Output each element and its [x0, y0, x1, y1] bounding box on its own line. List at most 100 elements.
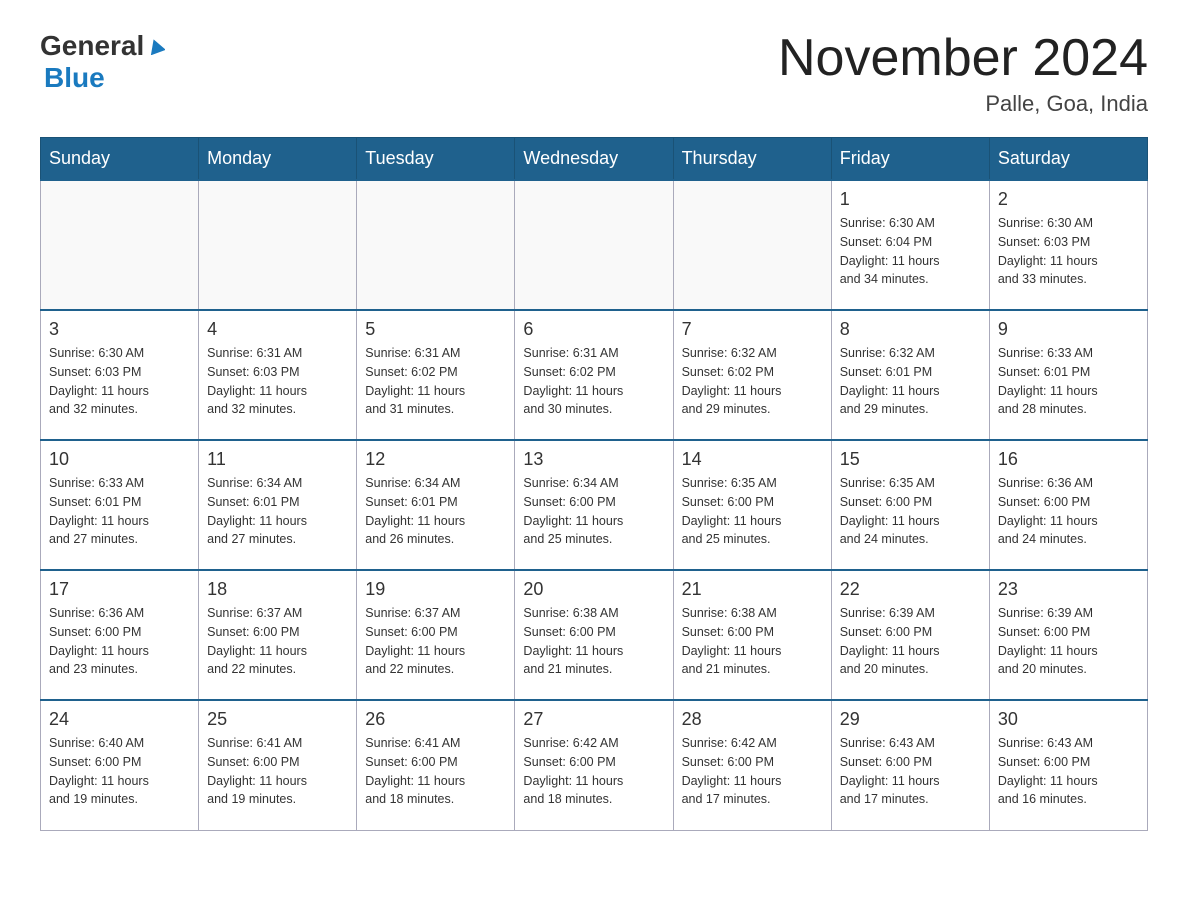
calendar-cell: 25Sunrise: 6:41 AMSunset: 6:00 PMDayligh…	[199, 700, 357, 830]
day-info: Sunrise: 6:31 AMSunset: 6:03 PMDaylight:…	[207, 344, 348, 419]
calendar-cell: 19Sunrise: 6:37 AMSunset: 6:00 PMDayligh…	[357, 570, 515, 700]
day-info: Sunrise: 6:33 AMSunset: 6:01 PMDaylight:…	[998, 344, 1139, 419]
calendar-cell: 20Sunrise: 6:38 AMSunset: 6:00 PMDayligh…	[515, 570, 673, 700]
week-row-3: 10Sunrise: 6:33 AMSunset: 6:01 PMDayligh…	[41, 440, 1148, 570]
day-number: 10	[49, 449, 190, 470]
calendar-cell: 8 Sunrise: 6:32 AMSunset: 6:01 PMDaylight…	[831, 310, 989, 440]
day-info: Sunrise: 6:39 AMSunset: 6:00 PMDaylight:…	[998, 604, 1139, 679]
calendar-cell: 14 Sunrise: 6:35 AMSunset: 6:00 PMDayligh…	[673, 440, 831, 570]
day-info: Sunrise: 6:32 AMSunset: 6:01 PMDaylight:…	[840, 344, 981, 419]
week-row-4: 17 Sunrise: 6:36 AMSunset: 6:00 PMDayligh…	[41, 570, 1148, 700]
page-header: General Blue November 2024 Palle, Goa, I…	[40, 30, 1148, 117]
day-number: 11	[207, 449, 348, 470]
day-info: Sunrise: 6:41 AMSunset: 6:00 PMDaylight:…	[207, 734, 348, 809]
day-number: 17	[49, 579, 190, 600]
calendar-cell: 26 Sunrise: 6:41 AMSunset: 6:00 PMDayligh…	[357, 700, 515, 830]
day-number: 28	[682, 709, 823, 730]
logo: General Blue	[40, 30, 165, 94]
calendar-cell: 2Sunrise: 6:30 AMSunset: 6:03 PMDaylight…	[989, 180, 1147, 310]
calendar-cell: 6Sunrise: 6:31 AMSunset: 6:02 PMDaylight…	[515, 310, 673, 440]
weekday-header-saturday: Saturday	[989, 138, 1147, 181]
day-info: Sunrise: 6:37 AMSunset: 6:00 PMDaylight:…	[207, 604, 348, 679]
calendar-table: SundayMondayTuesdayWednesdayThursdayFrid…	[40, 137, 1148, 831]
day-number: 9	[998, 319, 1139, 340]
calendar-cell: 21 Sunrise: 6:38 AMSunset: 6:00 PMDayligh…	[673, 570, 831, 700]
calendar-cell: 17 Sunrise: 6:36 AMSunset: 6:00 PMDayligh…	[41, 570, 199, 700]
day-info: Sunrise: 6:36 AMSunset: 6:00 PMDaylight:…	[49, 604, 190, 679]
day-number: 21	[682, 579, 823, 600]
calendar-cell: 27Sunrise: 6:42 AMSunset: 6:00 PMDayligh…	[515, 700, 673, 830]
day-info: Sunrise: 6:43 AMSunset: 6:00 PMDaylight:…	[998, 734, 1139, 809]
day-number: 24	[49, 709, 190, 730]
day-info: Sunrise: 6:43 AMSunset: 6:00 PMDaylight:…	[840, 734, 981, 809]
weekday-header-friday: Friday	[831, 138, 989, 181]
logo-blue-text: Blue	[44, 62, 105, 94]
logo-general-text: General	[40, 30, 144, 62]
week-row-2: 3 Sunrise: 6:30 AMSunset: 6:03 PMDaylight…	[41, 310, 1148, 440]
weekday-header-sunday: Sunday	[41, 138, 199, 181]
calendar-cell: 15 Sunrise: 6:35 AMSunset: 6:00 PMDayligh…	[831, 440, 989, 570]
calendar-cell: 9 Sunrise: 6:33 AMSunset: 6:01 PMDaylight…	[989, 310, 1147, 440]
logo-triangle-icon	[147, 37, 165, 60]
calendar-cell: 5 Sunrise: 6:31 AMSunset: 6:02 PMDaylight…	[357, 310, 515, 440]
calendar-cell: 13 Sunrise: 6:34 AMSunset: 6:00 PMDayligh…	[515, 440, 673, 570]
day-number: 13	[523, 449, 664, 470]
day-number: 14	[682, 449, 823, 470]
location-text: Palle, Goa, India	[778, 91, 1148, 117]
day-info: Sunrise: 6:39 AMSunset: 6:00 PMDaylight:…	[840, 604, 981, 679]
calendar-cell: 28Sunrise: 6:42 AMSunset: 6:00 PMDayligh…	[673, 700, 831, 830]
calendar-cell	[515, 180, 673, 310]
day-info: Sunrise: 6:38 AMSunset: 6:00 PMDaylight:…	[682, 604, 823, 679]
week-row-5: 24 Sunrise: 6:40 AMSunset: 6:00 PMDayligh…	[41, 700, 1148, 830]
weekday-header-tuesday: Tuesday	[357, 138, 515, 181]
day-info: Sunrise: 6:34 AMSunset: 6:01 PMDaylight:…	[207, 474, 348, 549]
calendar-cell: 16 Sunrise: 6:36 AMSunset: 6:00 PMDayligh…	[989, 440, 1147, 570]
calendar-cell: 24 Sunrise: 6:40 AMSunset: 6:00 PMDayligh…	[41, 700, 199, 830]
day-info: Sunrise: 6:34 AMSunset: 6:00 PMDaylight:…	[523, 474, 664, 549]
day-info: Sunrise: 6:35 AMSunset: 6:00 PMDaylight:…	[840, 474, 981, 549]
weekday-header-wednesday: Wednesday	[515, 138, 673, 181]
calendar-cell: 7Sunrise: 6:32 AMSunset: 6:02 PMDaylight…	[673, 310, 831, 440]
day-number: 30	[998, 709, 1139, 730]
day-number: 15	[840, 449, 981, 470]
weekday-header-monday: Monday	[199, 138, 357, 181]
calendar-cell: 10Sunrise: 6:33 AMSunset: 6:01 PMDayligh…	[41, 440, 199, 570]
calendar-cell: 29 Sunrise: 6:43 AMSunset: 6:00 PMDayligh…	[831, 700, 989, 830]
day-info: Sunrise: 6:30 AMSunset: 6:03 PMDaylight:…	[998, 214, 1139, 289]
day-number: 4	[207, 319, 348, 340]
day-info: Sunrise: 6:41 AMSunset: 6:00 PMDaylight:…	[365, 734, 506, 809]
day-info: Sunrise: 6:40 AMSunset: 6:00 PMDaylight:…	[49, 734, 190, 809]
day-number: 29	[840, 709, 981, 730]
day-number: 8	[840, 319, 981, 340]
day-number: 27	[523, 709, 664, 730]
calendar-cell: 18 Sunrise: 6:37 AMSunset: 6:00 PMDayligh…	[199, 570, 357, 700]
calendar-cell	[673, 180, 831, 310]
day-info: Sunrise: 6:36 AMSunset: 6:00 PMDaylight:…	[998, 474, 1139, 549]
day-info: Sunrise: 6:30 AMSunset: 6:03 PMDaylight:…	[49, 344, 190, 419]
calendar-cell	[199, 180, 357, 310]
day-info: Sunrise: 6:31 AMSunset: 6:02 PMDaylight:…	[523, 344, 664, 419]
calendar-cell: 12Sunrise: 6:34 AMSunset: 6:01 PMDayligh…	[357, 440, 515, 570]
day-number: 20	[523, 579, 664, 600]
calendar-cell	[41, 180, 199, 310]
calendar-cell: 1Sunrise: 6:30 AMSunset: 6:04 PMDaylight…	[831, 180, 989, 310]
calendar-cell: 4 Sunrise: 6:31 AMSunset: 6:03 PMDaylight…	[199, 310, 357, 440]
weekday-header-thursday: Thursday	[673, 138, 831, 181]
day-number: 19	[365, 579, 506, 600]
day-number: 3	[49, 319, 190, 340]
day-number: 18	[207, 579, 348, 600]
day-number: 23	[998, 579, 1139, 600]
day-info: Sunrise: 6:34 AMSunset: 6:01 PMDaylight:…	[365, 474, 506, 549]
title-block: November 2024 Palle, Goa, India	[778, 30, 1148, 117]
day-number: 7	[682, 319, 823, 340]
calendar-cell: 23 Sunrise: 6:39 AMSunset: 6:00 PMDayligh…	[989, 570, 1147, 700]
day-info: Sunrise: 6:30 AMSunset: 6:04 PMDaylight:…	[840, 214, 981, 289]
day-info: Sunrise: 6:35 AMSunset: 6:00 PMDaylight:…	[682, 474, 823, 549]
day-number: 16	[998, 449, 1139, 470]
day-info: Sunrise: 6:31 AMSunset: 6:02 PMDaylight:…	[365, 344, 506, 419]
month-title: November 2024	[778, 30, 1148, 87]
calendar-cell: 3 Sunrise: 6:30 AMSunset: 6:03 PMDaylight…	[41, 310, 199, 440]
day-number: 5	[365, 319, 506, 340]
weekday-header-row: SundayMondayTuesdayWednesdayThursdayFrid…	[41, 138, 1148, 181]
day-number: 26	[365, 709, 506, 730]
